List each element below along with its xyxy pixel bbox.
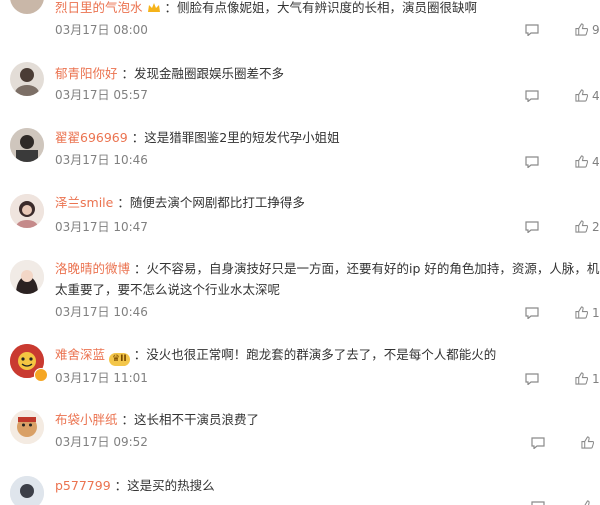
- comment-item: 洛晚晴的微博 ：火不容易，自身演技好只是一方面，还要有好的ip 好的角色加持，资…: [0, 258, 600, 328]
- thumbs-up-icon[interactable]: [581, 436, 594, 449]
- comment-time: 03月17日 09:52: [55, 435, 148, 449]
- comment-text: 这是买的热搜么: [127, 478, 215, 493]
- thumbs-up-icon[interactable]: [575, 220, 588, 233]
- avatar[interactable]: [10, 194, 44, 228]
- comment-icon[interactable]: [525, 307, 539, 319]
- like-count: 2: [592, 220, 600, 234]
- thumbs-up-icon[interactable]: [575, 372, 588, 385]
- comment-text: 没火也很正常啊！跑龙套的群演多了去了，不是每个人都能火的: [146, 347, 497, 362]
- comment-item: 翟翟696969 ：这是猎罪图鉴2里的短发代孕小姐姐 03月17日 10:46 …: [0, 128, 600, 180]
- thumbs-up-icon[interactable]: [575, 89, 588, 102]
- commenter-name[interactable]: 洛晚晴的微博: [55, 261, 130, 276]
- comment-time: 03月17日 08:00: [55, 23, 148, 37]
- like-count: 4: [592, 155, 600, 169]
- avatar[interactable]: [10, 476, 44, 505]
- comment-icon[interactable]: [525, 156, 539, 168]
- comment-item: 郁青阳你好 ：发现金融圈跟娱乐圈差不多 03月17日 05:57 4: [0, 62, 600, 114]
- comment-text: 这长相不干演员浪费了: [134, 412, 260, 427]
- avatar[interactable]: [10, 62, 44, 96]
- commenter-name[interactable]: 郁青阳你好: [55, 66, 118, 81]
- comment-text: 随便去演个网剧都比打工挣得多: [129, 195, 305, 210]
- thumbs-up-icon[interactable]: [575, 23, 588, 36]
- comment-item: 烈日里的气泡水 ：侧脸有点像妮姐，大气有辨识度的长相，演员圈很缺啊 03月17日…: [0, 0, 600, 52]
- comment-text: 发现金融圈跟娱乐圈差不多: [134, 66, 285, 81]
- commenter-name[interactable]: 难舍深蓝: [55, 347, 105, 362]
- crown-badge-icon: [147, 3, 160, 12]
- commenter-name[interactable]: p577799: [55, 478, 111, 493]
- like-count: 1: [592, 372, 600, 386]
- thumbs-up-icon[interactable]: [575, 306, 588, 319]
- commenter-name[interactable]: 布袋小胖纸: [55, 412, 118, 427]
- thumbs-up-icon[interactable]: [575, 155, 588, 168]
- commenter-name[interactable]: 烈日里的气泡水: [55, 0, 143, 15]
- avatar[interactable]: [10, 0, 44, 14]
- comment-time: 03月17日 05:57: [55, 88, 148, 102]
- comment-text-cont: 太重要了，要不怎么说这个行业水太深呢: [55, 282, 281, 297]
- comment-time: 03月17日 11:01: [55, 371, 148, 385]
- commenter-name[interactable]: 翟翟696969: [55, 130, 128, 145]
- comment-text: 这是猎罪图鉴2里的短发代孕小姐姐: [144, 130, 340, 145]
- avatar[interactable]: [10, 410, 44, 444]
- vip-level-badge: ♛II: [109, 353, 130, 366]
- like-count: 9: [592, 23, 600, 37]
- comment-time: 03月17日 10:46: [55, 153, 148, 167]
- like-count: 4: [592, 89, 600, 103]
- verified-badge-icon: [34, 368, 48, 382]
- crown-icon: ♛: [112, 354, 121, 364]
- like-count: 1: [592, 306, 600, 320]
- comment-icon[interactable]: [525, 24, 539, 36]
- comment-icon[interactable]: [525, 373, 539, 385]
- comment-text: 侧脸有点像妮姐，大气有辨识度的长相，演员圈很缺啊: [177, 0, 478, 15]
- comment-icon[interactable]: [531, 501, 545, 505]
- comment-icon[interactable]: [531, 437, 545, 449]
- thumbs-up-icon[interactable]: [581, 500, 594, 505]
- comment-text: 火不容易，自身演技好只是一方面，还要有好的ip 好的角色加持，资源，人脉，机会，: [146, 261, 600, 276]
- comment-icon[interactable]: [525, 221, 539, 233]
- avatar[interactable]: [10, 260, 44, 294]
- comment-item: p577799 ：这是买的热搜么: [0, 474, 600, 505]
- comment-time: 03月17日 10:46: [55, 305, 148, 319]
- comment-time: 03月17日 10:47: [55, 220, 148, 234]
- comment-icon[interactable]: [525, 90, 539, 102]
- commenter-name[interactable]: 泽兰smile: [55, 195, 113, 210]
- comment-item: 布袋小胖纸 ：这长相不干演员浪费了 03月17日 09:52: [0, 410, 600, 462]
- comment-item: 难舍深蓝 ♛II ：没火也很正常啊！跑龙套的群演多了去了，不是每个人都能火的 0…: [0, 344, 600, 396]
- avatar[interactable]: [10, 128, 44, 162]
- comment-item: 泽兰smile ：随便去演个网剧都比打工挣得多 03月17日 10:47 2: [0, 194, 600, 246]
